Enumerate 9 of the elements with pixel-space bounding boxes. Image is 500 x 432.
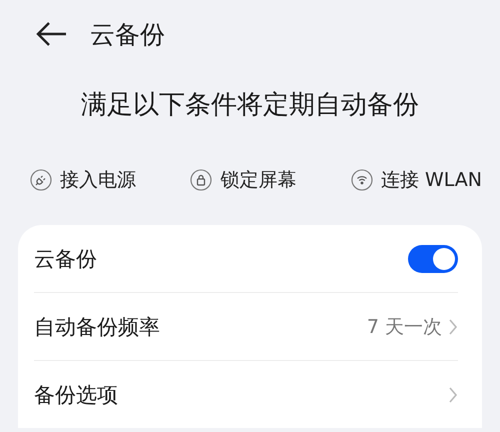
setting-label: 备份选项 [34, 382, 119, 408]
condition-label: 锁定屏幕 [220, 168, 296, 193]
heading: 满足以下条件将定期自动备份 [80, 89, 420, 122]
condition-label: 接入电源 [60, 168, 136, 193]
setting-label: 自动备份频率 [34, 314, 161, 340]
condition-label: 连接 WLAN [380, 168, 482, 193]
setting-label: 云备份 [34, 246, 98, 272]
page-title: 云备份 [90, 18, 165, 50]
setting-value: 7 天一次 [366, 314, 442, 340]
